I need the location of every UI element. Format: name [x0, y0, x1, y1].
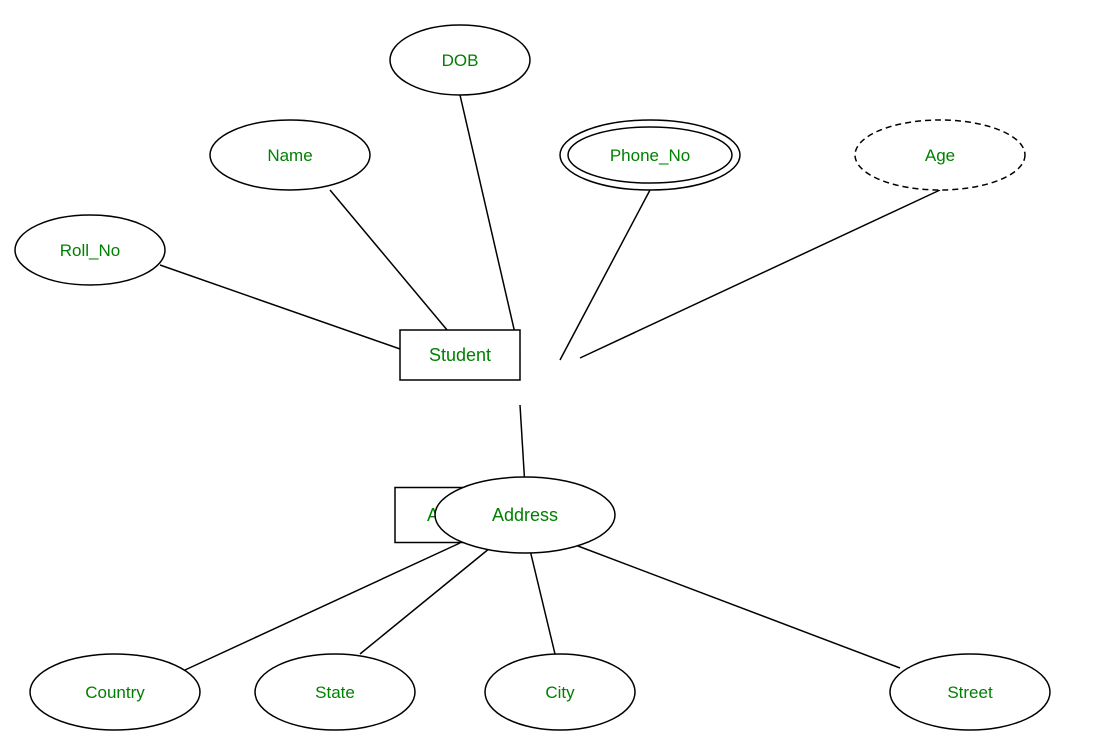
attr-label-name: Name: [267, 146, 312, 165]
entity-label-student: Student: [429, 345, 491, 365]
attr-name: Name: [210, 120, 370, 190]
attr-label-roll_no: Roll_No: [60, 241, 120, 260]
attr-street: Street: [890, 654, 1050, 730]
attr-label-age: Age: [925, 146, 955, 165]
svg-text:Address: Address: [492, 505, 558, 525]
attr-age: Age: [855, 120, 1025, 190]
entity-address: Address: [435, 477, 615, 553]
attr-label-city: City: [545, 683, 575, 702]
attr-roll_no: Roll_No: [15, 215, 165, 285]
attr-label-street: Street: [947, 683, 993, 702]
attr-country: Country: [30, 654, 200, 730]
attr-phone_no: Phone_No: [560, 120, 740, 190]
entity-student: Student: [400, 330, 520, 380]
attr-label-dob: DOB: [442, 51, 479, 70]
attr-label-state: State: [315, 683, 355, 702]
attr-state: State: [255, 654, 415, 730]
er-diagram: StudentAddressAddressDOBNamePhone_NoAgeR…: [0, 0, 1112, 753]
attr-city: City: [485, 654, 635, 730]
attr-dob: DOB: [390, 25, 530, 95]
attr-label-phone_no: Phone_No: [610, 146, 690, 165]
attr-label-country: Country: [85, 683, 145, 702]
